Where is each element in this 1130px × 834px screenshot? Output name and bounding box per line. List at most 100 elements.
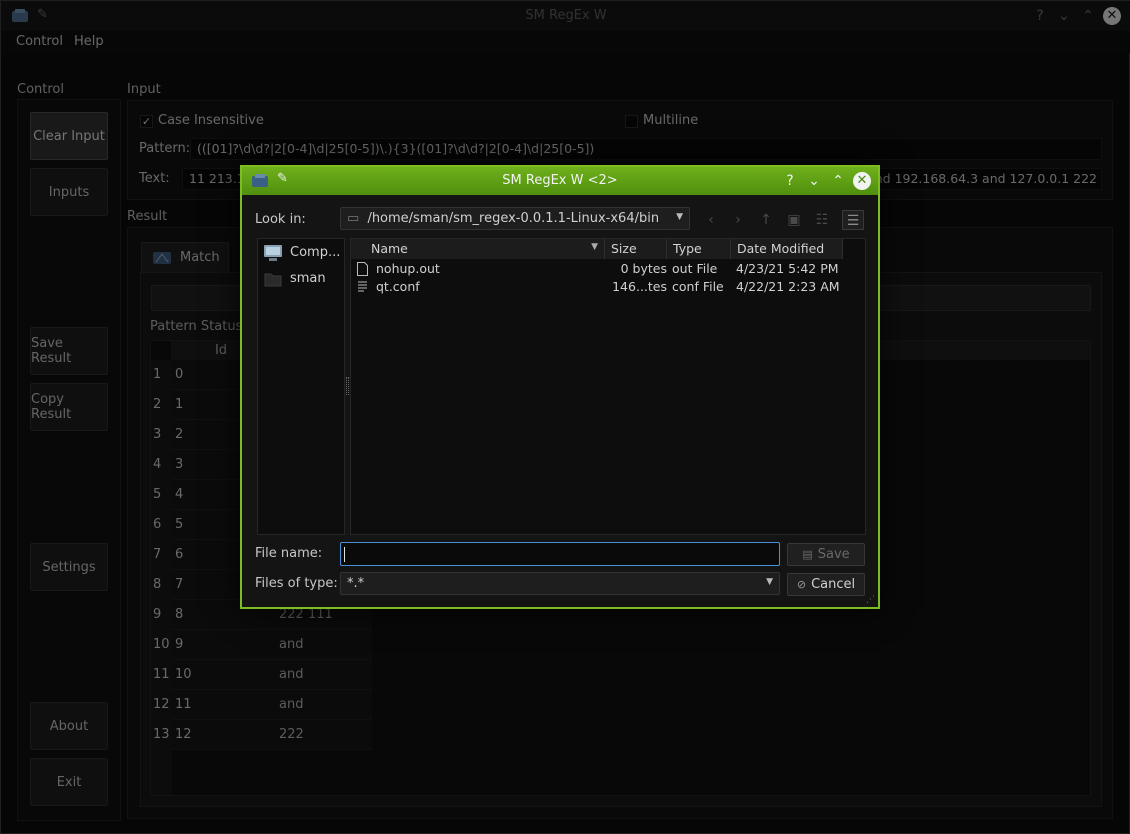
look-in-label: Look in: [255, 212, 306, 227]
file-type: out File [672, 261, 718, 276]
list-view-icon[interactable]: ☷ [811, 210, 833, 230]
row-number[interactable]: 9 [151, 607, 173, 622]
splitter-handle[interactable] [346, 377, 349, 395]
row-number[interactable]: 13 [151, 727, 173, 742]
pattern-input[interactable]: (([01]?\d\d?|2[0-4]\d|25[0-5])\.){3}([01… [190, 138, 1102, 160]
file-row[interactable]: nohup.out 0 bytes out File 4/23/21 5:42 … [351, 260, 863, 278]
text-caret [344, 547, 345, 562]
help-icon[interactable]: ? [1031, 7, 1049, 25]
row-separator [172, 629, 372, 630]
menu-help[interactable]: Help [74, 34, 104, 49]
file-row[interactable]: qt.conf 146...tes conf File 4/22/21 2:23… [351, 278, 863, 296]
places-sidebar: Comp... sman [257, 238, 345, 535]
type-column-header[interactable]: Type [667, 239, 731, 259]
row-number[interactable]: 12 [151, 697, 173, 712]
cancel-button[interactable]: ⊘ Cancel [787, 573, 865, 596]
name-column-header[interactable]: Name ▼ [351, 239, 605, 259]
menu-bar: Control Help [1, 31, 1130, 53]
inputs-button[interactable]: Inputs [30, 168, 108, 216]
file-name-input[interactable] [340, 542, 780, 566]
detail-view-icon[interactable]: ☰ [842, 210, 864, 230]
place-computer[interactable]: Comp... [262, 243, 342, 263]
row-number[interactable]: 2 [151, 397, 173, 412]
save-result-button[interactable]: Save Result [30, 327, 108, 375]
row-value-cell[interactable]: 222 111 [279, 607, 369, 622]
text-label: Text: [139, 171, 170, 186]
row-value-cell[interactable]: and [279, 667, 369, 682]
row-number[interactable]: 1 [151, 367, 173, 382]
multiline-checkbox[interactable] [625, 115, 638, 128]
result-group-label: Result [127, 209, 168, 224]
row-number[interactable]: 11 [151, 667, 173, 682]
row-id-cell[interactable]: 12 [175, 727, 271, 742]
chevron-down-icon: ▼ [676, 212, 683, 222]
resize-grip-icon[interactable]: ⋰ [866, 595, 876, 605]
text-input-value-right: nd 192.168.64.3 and 127.0.0.1 222 [874, 171, 1097, 186]
row-number[interactable]: 5 [151, 487, 173, 502]
folder-icon: ▭ [347, 211, 360, 226]
files-of-type-combo[interactable]: *.* ▼ [340, 572, 780, 595]
date-column-header[interactable]: Date Modified [731, 239, 843, 259]
multiline-label: Multiline [643, 113, 699, 128]
chevron-down-icon: ▼ [766, 577, 773, 587]
files-of-type-value: *.* [347, 576, 365, 591]
dialog-close-icon[interactable]: ✕ [853, 172, 871, 190]
cancel-button-label: Cancel [811, 577, 856, 592]
dialog-minimize-icon[interactable]: ⌄ [805, 172, 823, 190]
about-button[interactable]: About [30, 702, 108, 750]
look-in-combo[interactable]: ▭ /home/sman/sm_regex-0.0.1.1-Linux-x64/… [340, 207, 690, 230]
row-number[interactable]: 10 [151, 637, 173, 652]
tab-match[interactable]: Match [141, 242, 229, 272]
maximize-icon[interactable]: ⌃ [1079, 7, 1097, 25]
main-window-title: SM RegEx W [525, 8, 607, 23]
pattern-status-label: Pattern Status: [150, 319, 247, 334]
look-in-path: /home/sman/sm_regex-0.0.1.1-Linux-x64/bi… [367, 211, 660, 226]
file-date: 4/22/21 2:23 AM [736, 279, 840, 294]
save-button-label: Save [817, 547, 850, 562]
copy-result-button[interactable]: Copy Result [30, 383, 108, 431]
save-icon: ▤ [802, 548, 813, 561]
row-number[interactable]: 3 [151, 427, 173, 442]
clear-input-button[interactable]: Clear Input [30, 112, 108, 160]
dialog-maximize-icon[interactable]: ⌃ [829, 172, 847, 190]
close-icon[interactable]: ✕ [1103, 7, 1121, 25]
exit-button[interactable]: Exit [30, 758, 108, 806]
forward-icon[interactable]: › [727, 210, 749, 230]
row-id-cell[interactable]: 8 [175, 607, 271, 622]
new-folder-icon[interactable]: ▣ [783, 210, 805, 230]
row-separator [172, 659, 372, 660]
computer-icon [264, 245, 282, 261]
row-id-cell[interactable]: 11 [175, 697, 271, 712]
menu-control[interactable]: Control [16, 34, 63, 49]
name-column-label: Name [371, 241, 408, 256]
row-id-cell[interactable]: 9 [175, 637, 271, 652]
row-number[interactable]: 6 [151, 517, 173, 532]
file-size: 146...tes [612, 279, 667, 294]
input-group-label: Input [127, 82, 161, 97]
dialog-titlebar[interactable]: ✎ SM RegEx W <2> ? ⌄ ⌃ ✕ [242, 167, 878, 195]
row-separator [172, 749, 372, 750]
back-icon[interactable]: ‹ [700, 210, 722, 230]
case-insensitive-checkbox[interactable]: ✓ [140, 115, 153, 128]
save-button[interactable]: ▤ Save [787, 543, 865, 566]
main-titlebar[interactable]: ✎ SM RegEx W ? ⌄ ⌃ ✕ [1, 1, 1130, 31]
match-tab-icon [153, 252, 171, 264]
place-home[interactable]: sman [262, 269, 342, 289]
file-name: nohup.out [376, 261, 440, 276]
place-home-label: sman [290, 271, 326, 286]
row-value-cell[interactable]: and [279, 637, 369, 652]
row-id-cell[interactable]: 10 [175, 667, 271, 682]
text-file-icon [358, 281, 367, 292]
dialog-help-icon[interactable]: ? [781, 172, 799, 190]
row-value-cell[interactable]: 222 [279, 727, 369, 742]
home-folder-icon [264, 273, 282, 287]
size-column-header[interactable]: Size [605, 239, 667, 259]
row-value-cell[interactable]: and [279, 697, 369, 712]
row-number[interactable]: 7 [151, 547, 173, 562]
row-separator [172, 719, 372, 720]
minimize-icon[interactable]: ⌄ [1055, 7, 1073, 25]
row-number[interactable]: 4 [151, 457, 173, 472]
parent-dir-icon[interactable]: ↑ [755, 210, 777, 230]
row-number[interactable]: 8 [151, 577, 173, 592]
settings-button[interactable]: Settings [30, 543, 108, 591]
